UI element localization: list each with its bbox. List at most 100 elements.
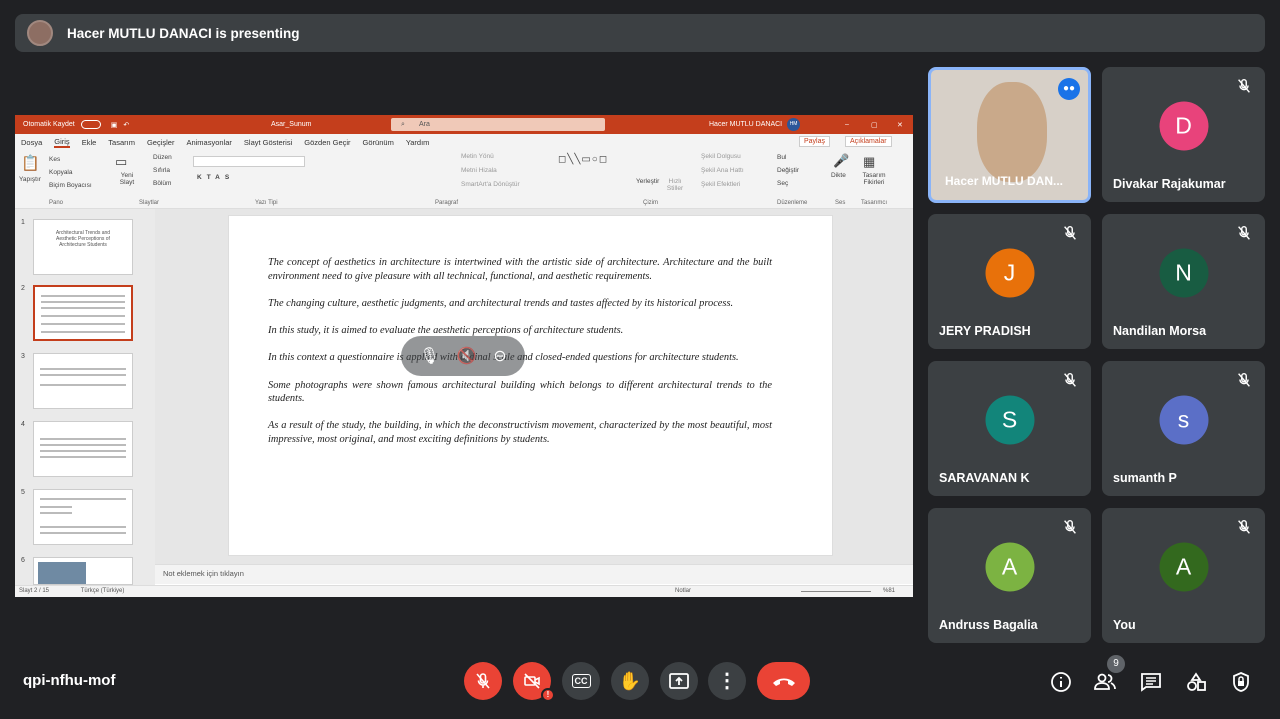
notes-toggle[interactable]: Notlar xyxy=(675,588,691,594)
layout-button[interactable]: Düzen xyxy=(153,154,172,161)
tab-gorunum[interactable]: Görünüm xyxy=(363,138,394,147)
avatar: N xyxy=(1159,248,1208,298)
more-options-button[interactable]: ⋮ xyxy=(708,662,746,700)
cut-button[interactable]: Kes xyxy=(49,156,60,163)
new-slide-button[interactable]: Yeni Slayt xyxy=(115,172,139,186)
avatar: A xyxy=(985,542,1034,592)
new-slide-icon: ▭ xyxy=(115,154,128,169)
slide1-title: Architectural Trends and Aesthetic Perce… xyxy=(55,230,111,248)
chat-button[interactable] xyxy=(1138,669,1164,695)
group-slaytlar: Slaytlar xyxy=(139,200,160,206)
slide-number: 1 xyxy=(21,219,25,226)
undo-icon[interactable]: ↶ xyxy=(123,121,129,129)
close-icon[interactable]: ✕ xyxy=(897,121,903,129)
shape-effects-button[interactable]: Şekil Efektleri xyxy=(701,181,740,188)
replace-button[interactable]: Değiştir xyxy=(777,167,799,174)
language-status[interactable]: Türkçe (Türkiye) xyxy=(81,588,125,594)
mic-toggle-button[interactable] xyxy=(464,662,502,700)
leave-call-button[interactable] xyxy=(757,662,810,700)
group-yazi-tipi: Yazı Tipi xyxy=(255,200,278,206)
participant-name: Divakar Rajakumar xyxy=(1113,177,1226,191)
shape-outline-button[interactable]: Şekil Ana Hattı xyxy=(701,167,744,174)
slide-number: 5 xyxy=(21,489,25,496)
activities-button[interactable] xyxy=(1183,669,1209,695)
volume-off-icon[interactable]: 🔇 xyxy=(456,346,476,366)
comments-button[interactable]: Açıklamalar xyxy=(845,136,892,147)
user-avatar[interactable]: HM xyxy=(787,118,800,131)
zoom-slider[interactable] xyxy=(801,591,871,592)
tab-gecisler[interactable]: Geçişler xyxy=(147,138,175,147)
designer-button[interactable]: Tasarım Fikirleri xyxy=(860,172,888,186)
smartart-button[interactable]: SmartArt'a Dönüştür xyxy=(461,181,520,188)
notes-pane[interactable]: Not eklemek için tıklayın xyxy=(155,564,913,584)
shapes-gallery-icon[interactable]: ◻╲╲▭○◻ xyxy=(558,154,608,165)
participant-tile[interactable]: N Nandilan Morsa xyxy=(1102,214,1265,349)
slide-thumb-5[interactable] xyxy=(33,489,133,545)
save-icon[interactable]: ▣ xyxy=(111,121,118,129)
info-icon xyxy=(1051,672,1071,692)
find-button[interactable]: Bul xyxy=(777,154,786,161)
raise-hand-button[interactable]: ✋ xyxy=(611,662,649,700)
font-name-select[interactable] xyxy=(193,156,305,167)
group-tasarimci: Tasarımcı xyxy=(861,200,888,206)
participant-tile[interactable]: J JERY PRADISH xyxy=(928,214,1091,349)
captions-button[interactable]: CC xyxy=(562,662,600,700)
tab-yardim[interactable]: Yardım xyxy=(406,138,430,147)
quick-styles-button[interactable]: Hızlı Stiller xyxy=(661,178,689,192)
participant-tile-presenter[interactable]: ●● Hacer MUTLU DAN... xyxy=(928,67,1091,203)
reset-button[interactable]: Sıfırla xyxy=(153,167,170,174)
slide-thumb-2[interactable] xyxy=(33,285,133,341)
participant-name: Hacer MUTLU DAN... xyxy=(945,174,1064,188)
autosave-label: Otomatik Kaydet xyxy=(23,121,75,128)
current-slide[interactable]: The concept of aesthetics in architectur… xyxy=(228,215,833,556)
zoom-level[interactable]: %81 xyxy=(883,588,895,594)
tab-giris[interactable]: Giriş xyxy=(54,137,70,148)
tab-animasyonlar[interactable]: Animasyonlar xyxy=(186,138,231,147)
presenting-text: Hacer MUTLU DANACI is presenting xyxy=(67,25,300,41)
align-text-button[interactable]: Metni Hizala xyxy=(461,167,497,174)
participant-tile-self[interactable]: A You xyxy=(1102,508,1265,643)
copy-button[interactable]: Kopyala xyxy=(49,169,73,176)
text-direction-button[interactable]: Metin Yönü xyxy=(461,153,494,160)
avatar: A xyxy=(1159,542,1208,592)
maximize-icon[interactable]: ▢ xyxy=(871,121,878,129)
host-controls-button[interactable] xyxy=(1228,669,1254,695)
remove-icon[interactable]: ⊖ xyxy=(493,346,506,366)
slide-thumb-6[interactable] xyxy=(33,557,133,585)
present-button[interactable] xyxy=(660,662,698,700)
chat-icon xyxy=(1141,673,1161,692)
format-painter-button[interactable]: Biçim Boyacısı xyxy=(49,182,92,189)
tab-ekle[interactable]: Ekle xyxy=(82,138,97,147)
arrange-button[interactable]: Yerleştir xyxy=(636,178,659,185)
paste-button[interactable]: Yapıştır xyxy=(19,176,41,183)
tab-tasarim[interactable]: Tasarım xyxy=(108,138,135,147)
slide-thumb-3[interactable] xyxy=(33,353,133,409)
participant-tile[interactable]: D Divakar Rajakumar xyxy=(1102,67,1265,202)
share-button[interactable]: Paylaş xyxy=(799,136,831,147)
tab-dosya[interactable]: Dosya xyxy=(21,138,42,147)
participant-tile[interactable]: s sumanth P xyxy=(1102,361,1265,496)
participant-tile[interactable]: A Andruss Bagalia xyxy=(928,508,1091,643)
font-format-icons[interactable]: KTAS xyxy=(197,174,234,181)
ribbon: 📋 Yapıştır Kes Kopyala Biçim Boyacısı ▭ … xyxy=(15,150,913,209)
tab-gozden-gecir[interactable]: Gözden Geçir xyxy=(304,138,350,147)
minimize-icon[interactable]: – xyxy=(845,121,849,128)
ribbon-tabs: Dosya Giriş Ekle Tasarım Geçişler Animas… xyxy=(15,134,913,150)
mic-off-icon xyxy=(476,673,490,689)
participant-tile[interactable]: S SARAVANAN K xyxy=(928,361,1091,496)
autosave-toggle[interactable] xyxy=(80,120,101,129)
select-button[interactable]: Seç xyxy=(777,180,788,187)
search-box[interactable]: ⌕ Ara xyxy=(391,118,605,131)
presenter-avatar xyxy=(27,20,53,46)
section-button[interactable]: Bölüm xyxy=(153,180,171,187)
camera-toggle-button[interactable]: ! xyxy=(513,662,555,702)
tab-slayt-gosterisi[interactable]: Slayt Gösterisi xyxy=(244,138,292,147)
meeting-details-button[interactable] xyxy=(1048,669,1074,695)
shape-fill-button[interactable]: Şekil Dolgusu xyxy=(701,153,741,160)
slide-thumb-1[interactable]: Architectural Trends and Aesthetic Perce… xyxy=(33,219,133,275)
slide-thumb-4[interactable] xyxy=(33,421,133,477)
hand-icon: ✋ xyxy=(618,670,642,691)
mic-off-icon[interactable]: 🎙 xyxy=(419,346,439,366)
dictate-button[interactable]: Dikte xyxy=(831,172,846,179)
file-name[interactable]: Asar_Sunum xyxy=(271,121,311,128)
